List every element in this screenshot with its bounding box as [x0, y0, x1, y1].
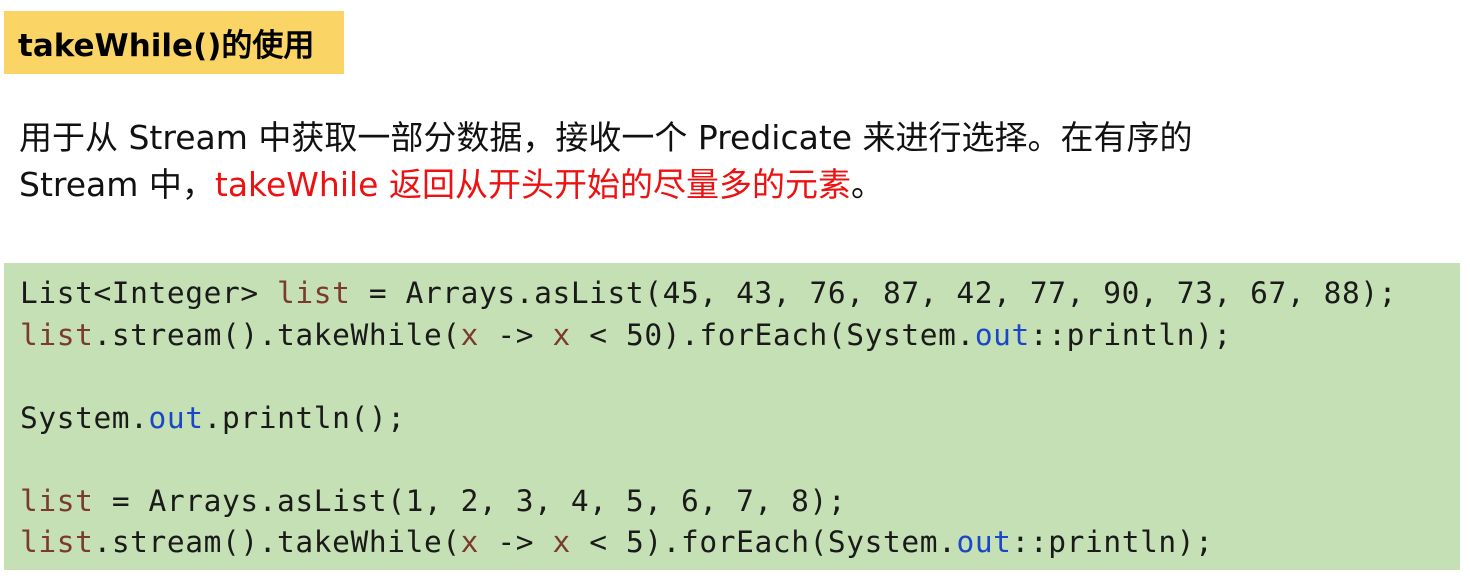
code-block: List<Integer> list = Arrays.asList(45, 4…: [4, 263, 1460, 570]
code-text: = Arrays.asList(45, 43, 76, 87, 42, 77, …: [350, 276, 1398, 310]
code-field: out: [148, 400, 204, 435]
code-text: = Arrays.asList(1, 2, 3, 4, 5, 6, 7, 8);: [93, 483, 847, 518]
description-prefix: Stream 中，: [19, 165, 215, 204]
code-text: ->: [479, 317, 553, 352]
code-variable: list: [20, 317, 94, 352]
code-field: out: [974, 317, 1030, 352]
code-text: ::println);: [1029, 317, 1232, 352]
code-text: ::println);: [1011, 525, 1214, 559]
code-text: .println();: [203, 400, 406, 435]
code-variable: list: [20, 525, 94, 559]
code-field: out: [956, 525, 1012, 559]
slide-title: takeWhile()的使用: [18, 28, 315, 64]
code-text: .stream().takeWhile(: [93, 525, 461, 559]
code-content: List<Integer> list = Arrays.asList(45, 4…: [20, 273, 1397, 564]
code-variable: x: [460, 525, 480, 559]
code-variable: list: [277, 276, 351, 310]
code-text: .stream().takeWhile(: [93, 317, 461, 352]
code-variable: x: [552, 525, 571, 559]
code-text: ->: [479, 525, 553, 559]
description-highlight: takeWhile 返回从开头开始的尽量多的元素: [214, 165, 851, 204]
code-line-1: List<Integer> list = Arrays.asList(45, 4…: [20, 273, 1397, 315]
code-variable: x: [552, 317, 571, 352]
code-line-4: list = Arrays.asList(1, 2, 3, 4, 5, 6, 7…: [20, 481, 1397, 523]
code-line-2: list.stream().takeWhile(x -> x < 50).for…: [20, 315, 1397, 357]
code-text: < 50).forEach(System.: [570, 317, 975, 352]
code-text: System.: [20, 400, 149, 435]
slide-title-box: takeWhile()的使用: [4, 11, 344, 74]
description-line-1: 用于从 Stream 中获取一部分数据，接收一个 Predicate 来进行选择…: [19, 118, 1193, 157]
code-variable: x: [460, 317, 480, 352]
description-line-2: Stream 中，takeWhile 返回从开头开始的尽量多的元素。: [19, 161, 1459, 208]
code-line-3: System.out.println();: [20, 398, 1397, 440]
code-line-5: list.stream().takeWhile(x -> x < 5).forE…: [20, 522, 1397, 564]
code-text: List<Integer>: [20, 276, 278, 310]
code-variable: list: [20, 483, 94, 518]
code-text: < 5).forEach(System.: [570, 525, 957, 559]
description: 用于从 Stream 中获取一部分数据，接收一个 Predicate 来进行选择…: [19, 114, 1459, 208]
description-suffix: 。: [850, 165, 884, 204]
